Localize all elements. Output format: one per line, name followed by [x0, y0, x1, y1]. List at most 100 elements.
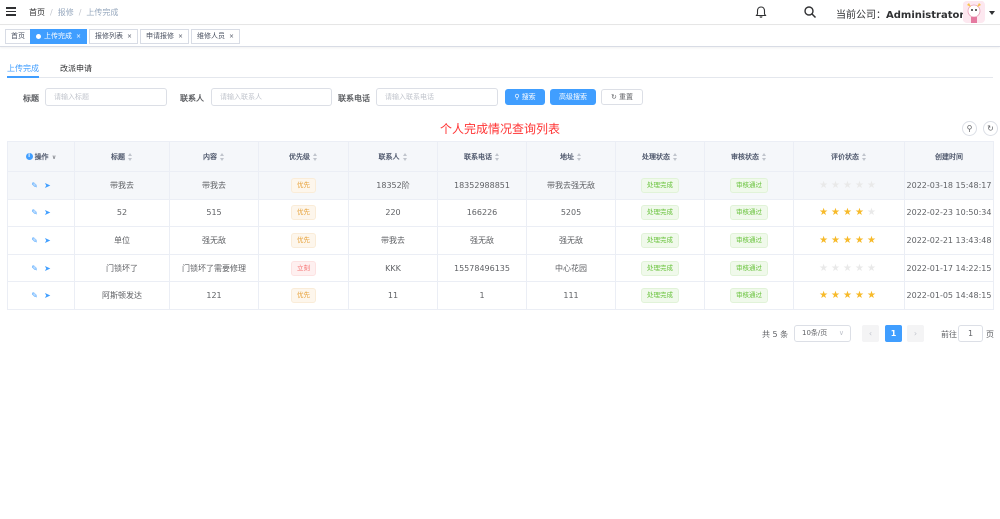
edit-icon[interactable]: ✎	[31, 181, 38, 190]
title-input[interactable]: 请输入标题	[45, 88, 167, 106]
star-icon[interactable]: ★	[831, 263, 843, 274]
sort-icon[interactable]	[495, 152, 500, 161]
sort-icon[interactable]	[762, 152, 767, 161]
send-icon[interactable]: ➤	[44, 208, 51, 217]
star-icon[interactable]: ★	[819, 235, 831, 246]
tag-apply-repair[interactable]: 申请报修 ×	[140, 29, 190, 44]
table-row[interactable]: ✎ ➤ 阿斯顿发达 121 优先 11 1 111 处理完成 审核通过 ★★★★★…	[7, 281, 994, 310]
edit-icon[interactable]: ✎	[31, 208, 38, 217]
contact-input[interactable]: 请输入联系人	[211, 88, 332, 106]
sort-icon[interactable]	[577, 152, 582, 161]
col-contact[interactable]: 联系人	[348, 141, 438, 172]
col-content[interactable]: 内容	[169, 141, 259, 172]
close-icon[interactable]: ×	[178, 33, 183, 40]
star-icon[interactable]: ★	[855, 235, 867, 246]
col-audit-status[interactable]: 审核状态	[704, 141, 794, 172]
star-icon[interactable]: ★	[831, 235, 843, 246]
col-actions[interactable]: i 操作 ∨	[7, 141, 75, 172]
prev-page-button[interactable]: ‹	[862, 325, 879, 342]
process-status-cell: 处理完成	[615, 253, 705, 283]
col-rating-status[interactable]: 评价状态	[793, 141, 905, 172]
star-icon[interactable]: ★	[843, 235, 855, 246]
star-icon[interactable]: ★	[855, 290, 867, 301]
star-icon[interactable]: ★	[831, 207, 843, 218]
page-size-select[interactable]: 10条/页 ∨	[794, 325, 851, 342]
breadcrumb-home[interactable]: 首页	[29, 7, 45, 18]
rating-stars[interactable]: ★★★★★	[819, 207, 879, 218]
tab-upload-complete[interactable]: 上传完成	[7, 63, 39, 74]
close-icon[interactable]: ×	[76, 33, 81, 40]
col-created-time[interactable]: 创建时间	[904, 141, 994, 172]
send-icon[interactable]: ➤	[44, 264, 51, 273]
table-row[interactable]: ✎ ➤ 单位 强无敌 优先 带我去 强无敌 强无敌 处理完成 审核通过 ★★★★★…	[7, 226, 994, 255]
sort-icon[interactable]	[220, 152, 225, 161]
star-icon[interactable]: ★	[867, 180, 879, 191]
star-icon[interactable]: ★	[819, 263, 831, 274]
table-row[interactable]: ✎ ➤ 门锁坏了 门锁坏了需要修理 立刻 KKK 15578496135 中心花园…	[7, 253, 994, 283]
hamburger-menu-icon[interactable]	[6, 7, 16, 16]
tag-home[interactable]: 首页	[5, 29, 31, 44]
toggle-search-icon[interactable]: ⚲	[962, 121, 977, 136]
col-phone[interactable]: 联系电话	[437, 141, 527, 172]
star-icon[interactable]: ★	[843, 290, 855, 301]
star-icon[interactable]: ★	[819, 290, 831, 301]
address-cell: 5205	[526, 198, 616, 228]
rating-stars[interactable]: ★★★★★	[819, 263, 879, 274]
next-page-button[interactable]: ›	[907, 325, 924, 342]
star-icon[interactable]: ★	[867, 235, 879, 246]
star-icon[interactable]: ★	[855, 207, 867, 218]
close-icon[interactable]: ×	[127, 33, 132, 40]
bell-icon[interactable]	[754, 5, 768, 19]
avatar[interactable]	[963, 1, 985, 23]
tags-view: 首页 上传完成 × 报修列表 × 申请报修 × 维修人员 ×	[0, 26, 1000, 47]
edit-icon[interactable]: ✎	[31, 264, 38, 273]
advanced-search-button[interactable]: 高级搜索	[550, 89, 596, 105]
sort-icon[interactable]	[313, 152, 318, 161]
page-number[interactable]: 1	[885, 325, 902, 342]
table-row[interactable]: ✎ ➤ 带我去 带我去 优先 18352阶 18352988851 带我去强无敌 …	[7, 171, 994, 200]
tag-upload-complete[interactable]: 上传完成 ×	[30, 29, 88, 44]
breadcrumb-repair[interactable]: 报修	[58, 7, 74, 18]
edit-icon[interactable]: ✎	[31, 236, 38, 245]
caret-down-icon[interactable]	[989, 11, 995, 15]
star-icon[interactable]: ★	[843, 180, 855, 191]
tag-repair-list[interactable]: 报修列表 ×	[89, 29, 139, 44]
goto-page-input[interactable]: 1	[958, 325, 983, 342]
sort-icon[interactable]	[402, 152, 408, 161]
send-icon[interactable]: ➤	[44, 236, 51, 245]
star-icon[interactable]: ★	[831, 290, 843, 301]
tab-reassign-request[interactable]: 改派申请	[60, 63, 92, 74]
col-process-status[interactable]: 处理状态	[615, 141, 705, 172]
send-icon[interactable]: ➤	[44, 181, 51, 190]
col-title[interactable]: 标题	[74, 141, 170, 172]
refresh-icon[interactable]: ↻	[983, 121, 998, 136]
rating-stars[interactable]: ★★★★★	[819, 180, 879, 191]
sort-icon[interactable]	[862, 152, 867, 161]
search-icon[interactable]	[803, 5, 817, 19]
rating-stars[interactable]: ★★★★★	[819, 235, 879, 246]
star-icon[interactable]: ★	[819, 180, 831, 191]
star-icon[interactable]: ★	[819, 207, 831, 218]
priority-cell: 优先	[258, 226, 349, 255]
col-address[interactable]: 地址	[526, 141, 616, 172]
tag-repair-staff[interactable]: 维修人员 ×	[191, 29, 241, 44]
star-icon[interactable]: ★	[855, 180, 867, 191]
star-icon[interactable]: ★	[855, 263, 867, 274]
star-icon[interactable]: ★	[831, 180, 843, 191]
star-icon[interactable]: ★	[843, 207, 855, 218]
sort-icon[interactable]	[128, 152, 133, 161]
edit-icon[interactable]: ✎	[31, 291, 38, 300]
sort-icon[interactable]	[673, 152, 678, 161]
star-icon[interactable]: ★	[867, 207, 879, 218]
star-icon[interactable]: ★	[867, 290, 879, 301]
table-row[interactable]: ✎ ➤ 52 515 优先 220 166226 5205 处理完成 审核通过 ★…	[7, 198, 994, 228]
close-icon[interactable]: ×	[229, 33, 234, 40]
rating-stars[interactable]: ★★★★★	[819, 290, 879, 301]
search-button[interactable]: ⚲ 搜索	[505, 89, 545, 105]
star-icon[interactable]: ★	[867, 263, 879, 274]
col-priority[interactable]: 优先级	[258, 141, 349, 172]
phone-input[interactable]: 请输入联系电话	[376, 88, 498, 106]
reset-button[interactable]: ↻ 重置	[601, 89, 643, 105]
star-icon[interactable]: ★	[843, 263, 855, 274]
send-icon[interactable]: ➤	[44, 291, 51, 300]
